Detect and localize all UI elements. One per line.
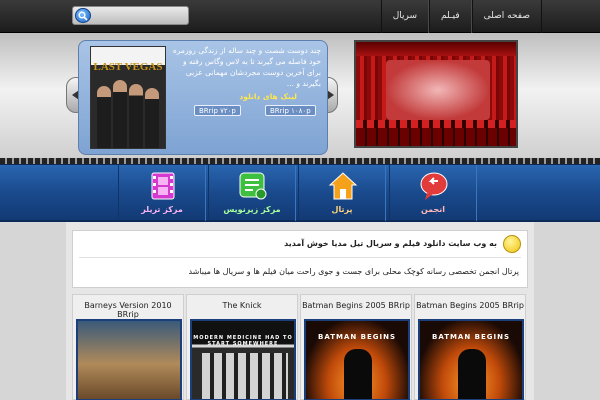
movie-card-title[interactable]: Batman Begins 2005 BRrip	[301, 301, 411, 310]
top-nav: صفحه اصلی فیـلم سریال	[380, 0, 542, 33]
menu-forum-label: انجمن	[420, 205, 446, 214]
download-links-title: لینک های دانلود	[239, 92, 297, 101]
poster-figure	[344, 349, 372, 399]
smiley-icon	[503, 235, 521, 253]
featured-slide: LAST VEGAS چند دوست شصت و چند ساله از زن…	[78, 40, 328, 155]
poster-figure	[458, 349, 486, 399]
curtain-valance	[356, 42, 516, 56]
chat-back-icon	[420, 172, 448, 200]
poster-figure	[145, 88, 159, 148]
search-box	[72, 6, 189, 25]
menu-trailers[interactable]: مرکز تریلر	[118, 165, 206, 221]
poster-figure	[97, 86, 111, 148]
site-logo-theater[interactable]	[354, 40, 518, 148]
search-input[interactable]	[94, 8, 186, 23]
poster-tagline: MODERN MEDICINE HAD TO START SOMEWHERE	[193, 335, 293, 347]
featured-description: چند دوست شصت و چند ساله از زندگی روزمره …	[172, 46, 321, 88]
menu-subtitles-label: مرکز زیرنویس	[223, 205, 281, 214]
poster-figure	[129, 84, 143, 148]
movie-poster[interactable]: BATMAN BEGINS	[304, 319, 410, 400]
film-icon	[151, 172, 175, 200]
poster-figure	[113, 80, 127, 148]
movie-poster[interactable]	[76, 319, 182, 400]
movie-card-title[interactable]: The Knick	[187, 301, 297, 310]
search-button[interactable]	[75, 8, 91, 23]
movie-card-title[interactable]: Barneys Version 2010 BRrip	[73, 301, 183, 319]
download-720p-button[interactable]: BRrip ۷۲۰p	[194, 105, 241, 116]
movie-poster[interactable]: MODERN MEDICINE HAD TO START SOMEWHERE	[190, 319, 296, 400]
poster-title: BATMAN BEGINS	[431, 333, 511, 341]
home-icon	[328, 172, 358, 200]
welcome-box: به وب سایت دانلود فیلم و سریال تیل مدیا …	[72, 230, 528, 288]
subtitle-icon	[239, 172, 267, 200]
menu-portal-label: پرتال	[331, 205, 353, 214]
movie-card[interactable]: The Knick MODERN MEDICINE HAD TO START S…	[186, 294, 298, 400]
movie-cards: Barneys Version 2010 BRrip The Knick MOD…	[72, 294, 528, 400]
featured-poster[interactable]: LAST VEGAS	[90, 46, 166, 149]
movie-card[interactable]: Batman Begins 2005 BRrip BATMAN BEGINS	[300, 294, 412, 400]
movie-card[interactable]: Batman Begins 2005 BRrip BATMAN BEGINS	[414, 294, 526, 400]
top-bar: صفحه اصلی فیـلم سریال	[0, 0, 600, 33]
poster-figures	[202, 353, 288, 399]
featured-poster-title: LAST VEGAS	[93, 61, 163, 73]
theater-seats	[356, 120, 516, 146]
download-1080p-button[interactable]: BRrip ۱۰۸۰p	[265, 105, 316, 116]
nav-series[interactable]: سریال	[380, 0, 430, 33]
nav-home[interactable]: صفحه اصلی	[471, 0, 542, 33]
divider	[79, 257, 521, 258]
movie-poster[interactable]: BATMAN BEGINS	[418, 319, 524, 400]
menu-portal[interactable]: پرتال	[298, 165, 386, 221]
main-menu: انجمن پرتال مرکز زیرنویس مرکز تریلر	[0, 164, 600, 222]
nav-movies[interactable]: فیـلم	[429, 0, 472, 33]
menu-trailers-label: مرکز تریلر	[141, 205, 183, 214]
welcome-text: پرتال انجمن تخصصی رسانه کوچک محلی برای ج…	[185, 267, 519, 276]
stage-screen	[386, 60, 490, 120]
movie-card-title[interactable]: Batman Begins 2005 BRrip	[415, 301, 525, 310]
movie-card[interactable]: Barneys Version 2010 BRrip	[72, 294, 184, 400]
search-icon	[78, 11, 88, 21]
menu-forum[interactable]: انجمن	[389, 165, 477, 221]
poster-title: BATMAN BEGINS	[317, 333, 397, 341]
welcome-title: به وب سایت دانلود فیلم و سریال تیل مدیا …	[284, 239, 497, 248]
menu-subtitles[interactable]: مرکز زیرنویس	[208, 165, 296, 221]
